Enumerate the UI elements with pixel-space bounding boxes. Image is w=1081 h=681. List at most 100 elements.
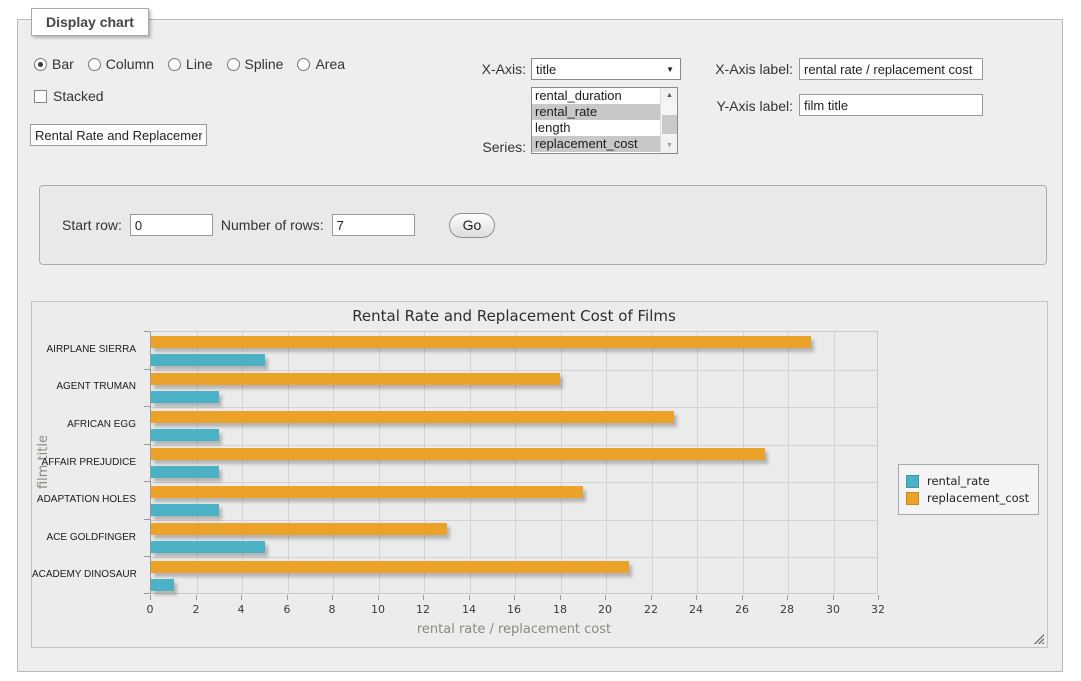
gridline	[151, 370, 877, 371]
chart-category-labels: AIRPLANE SIERRAAGENT TRUMANAFRICAN EGGAF…	[32, 331, 144, 594]
stacked-checkbox-row[interactable]: Stacked	[34, 88, 104, 104]
stacked-checkbox[interactable]	[34, 90, 47, 103]
x-tick-label: 6	[284, 603, 291, 616]
go-button[interactable]: Go	[449, 213, 496, 238]
gridline	[470, 332, 471, 593]
gridline	[652, 332, 653, 593]
x-axis-select[interactable]: title ▼	[531, 58, 681, 80]
replacement_cost-bar	[151, 486, 583, 498]
x-tick-mark	[423, 595, 424, 600]
x-tick-label: 22	[644, 603, 658, 616]
x-tick-label: 8	[329, 603, 336, 616]
x-tick-mark	[287, 595, 288, 600]
gridline	[515, 332, 516, 593]
plot-area	[150, 331, 878, 594]
x-tick-mark	[196, 595, 197, 600]
num-rows-input[interactable]	[332, 214, 415, 236]
x-tick-label: 32	[871, 603, 885, 616]
chart-type-radio-area[interactable]: Area	[297, 56, 345, 72]
radio-icon[interactable]	[34, 58, 47, 71]
start-row-label: Start row:	[62, 217, 122, 233]
chart-type-radio-spline[interactable]: Spline	[227, 56, 284, 72]
chart-type-radio-column[interactable]: Column	[88, 56, 154, 72]
series-listbox-label: Series:	[466, 139, 526, 155]
radio-label: Line	[186, 56, 212, 72]
gridline	[151, 445, 877, 446]
gridline	[242, 332, 243, 593]
radio-icon[interactable]	[88, 58, 101, 71]
series-option-rental_rate[interactable]: rental_rate	[532, 104, 660, 120]
chevron-down-icon: ▼	[666, 65, 674, 74]
category-label: AFRICAN EGG	[32, 419, 136, 430]
gridline	[151, 482, 877, 483]
category-label: ACADEMY DINOSAUR	[32, 569, 136, 580]
scroll-up-icon[interactable]: ▲	[661, 88, 678, 103]
x-tick-label: 12	[416, 603, 430, 616]
num-rows-label: Number of rows:	[221, 217, 324, 233]
scroll-down-icon[interactable]: ▼	[661, 138, 678, 153]
x-axis-label-field-label: X-Axis label:	[693, 61, 793, 77]
gridline	[561, 332, 562, 593]
stacked-label: Stacked	[53, 88, 104, 104]
x-tick-mark	[514, 595, 515, 600]
x-tick-mark	[742, 595, 743, 600]
category-label: AIRPLANE SIERRA	[32, 344, 136, 355]
legend-entry-rental_rate: rental_rate	[906, 474, 1029, 488]
x-tick-label: 0	[147, 603, 154, 616]
x-tick-label: 18	[553, 603, 567, 616]
gridline	[151, 557, 877, 558]
radio-icon[interactable]	[227, 58, 240, 71]
x-tick-mark	[241, 595, 242, 600]
x-tick-mark	[833, 595, 834, 600]
chart-legend: rental_rate replacement_cost	[898, 464, 1039, 515]
gridline	[743, 332, 744, 593]
gridline	[697, 332, 698, 593]
x-tick-label: 24	[689, 603, 703, 616]
legend-label: replacement_cost	[927, 491, 1029, 505]
series-option-rental_duration[interactable]: rental_duration	[532, 88, 660, 104]
x-tick-mark	[878, 595, 879, 600]
replacement_cost-bar	[151, 411, 674, 423]
chart-type-radio-bar[interactable]: Bar	[34, 56, 74, 72]
x-tick-label: 14	[462, 603, 476, 616]
replacement_cost-bar	[151, 336, 811, 348]
radio-icon[interactable]	[168, 58, 181, 71]
replacement_cost-bar	[151, 523, 447, 535]
start-row-input[interactable]	[130, 214, 213, 236]
chart-title-input[interactable]	[30, 124, 207, 146]
radio-label: Bar	[52, 56, 74, 72]
resize-handle-icon[interactable]	[1032, 632, 1044, 644]
replacement_cost-bar	[151, 561, 629, 573]
series-option-replacement_cost[interactable]: replacement_cost	[532, 136, 660, 152]
replacement_cost-bar	[151, 448, 765, 460]
legend-swatch-icon	[906, 492, 919, 505]
chart-title: Rental Rate and Replacement Cost of Film…	[150, 307, 878, 325]
radio-label: Column	[106, 56, 154, 72]
gridline	[197, 332, 198, 593]
x-tick-mark	[560, 595, 561, 600]
scrollbar-thumb[interactable]	[662, 115, 677, 134]
gridline	[333, 332, 334, 593]
radio-icon[interactable]	[297, 58, 310, 71]
rental_rate-bar	[151, 466, 219, 478]
series-option-length[interactable]: length	[532, 120, 660, 136]
gridline	[424, 332, 425, 593]
chart-xlabel: rental rate / replacement cost	[150, 622, 878, 637]
x-tick-label: 30	[826, 603, 840, 616]
x-tick-label: 28	[780, 603, 794, 616]
y-axis-label-field-label: Y-Axis label:	[693, 98, 793, 114]
category-label: ADAPTATION HOLES	[32, 494, 136, 505]
chart-type-radio-line[interactable]: Line	[168, 56, 212, 72]
series-listbox[interactable]: rental_durationrental_ratelengthreplacem…	[531, 87, 678, 154]
x-axis-label-input[interactable]	[799, 58, 983, 80]
chart-type-radio-group: Bar Column Line Spline Area	[34, 56, 354, 72]
x-tick-label: 16	[507, 603, 521, 616]
x-tick-label: 2	[193, 603, 200, 616]
x-tick-label: 4	[238, 603, 245, 616]
y-axis-label-input[interactable]	[799, 94, 983, 116]
gridline	[606, 332, 607, 593]
category-label: AGENT TRUMAN	[32, 381, 136, 392]
listbox-scrollbar[interactable]: ▲ ▼	[660, 88, 677, 153]
x-tick-mark	[605, 595, 606, 600]
gridline	[288, 332, 289, 593]
